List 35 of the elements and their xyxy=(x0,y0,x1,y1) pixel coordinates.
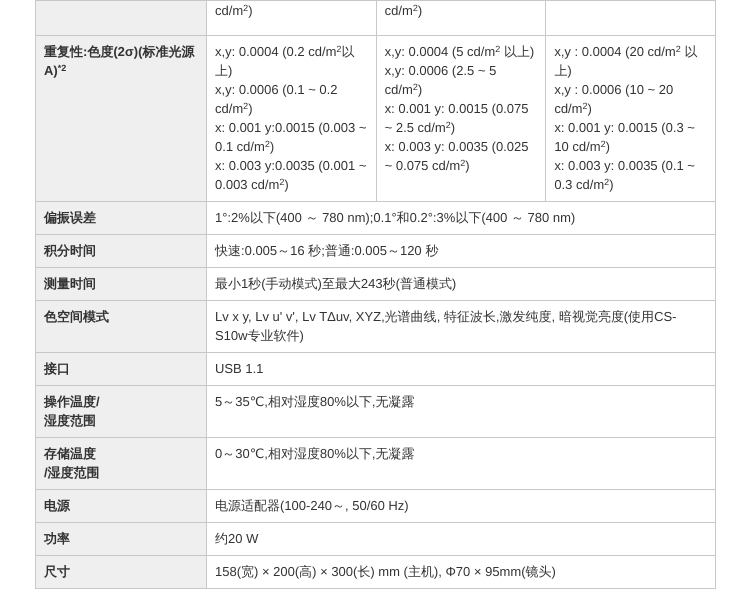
spec-label: 功率 xyxy=(36,522,206,556)
spec-label: 测量时间 xyxy=(36,268,206,300)
spec-value: 电源适配器(100-240～, 50/60 Hz) xyxy=(215,497,410,515)
spec-value: x: 0.001 y: 0.0015 (0.3 ~ 10 cd/m$^{2}$) xyxy=(554,119,696,156)
spec-value: 约20 W xyxy=(215,530,260,548)
spec-value: x: 0.003 y:0.0035 (0.001 ~ 0.003 cd/m$^{2}$) xyxy=(215,157,368,194)
spec-value: 1°:2%以下(400 ～ 780 nm);0.1°和0.2°:3%以下(400 ～ 780 nm) xyxy=(215,209,576,227)
spec-value: x,y : 0.0006 (10 ~ 20 cd/m$^{2}$) xyxy=(554,81,674,118)
spec-value: x: 0.003 y: 0.0035 (0.1 ~ 0.3 cd/m$^{2}$) xyxy=(554,157,696,194)
spec-label: 偏振误差 xyxy=(36,202,206,234)
spec-label: 接口 xyxy=(36,352,206,386)
spec-value: USB 1.1 xyxy=(215,360,264,378)
spec-value: x: 0.001 y: 0.0015 (0.075 ~ 2.5 cd/m$^{2}$) xyxy=(384,100,530,137)
spec-value: cd/m$^{2}$) xyxy=(384,2,424,20)
spec-label: 存储温度 /湿度范围 xyxy=(36,438,206,490)
spec-value: 最小1秒(手动模式)至最大243秒(普通模式) xyxy=(215,275,458,293)
spec-value: 158(宽) × 200(高) × 300(长) mm (主机), Φ70 × 95mm(镜头) xyxy=(215,563,557,581)
spec-value: x,y: 0.0006 (0.1 ~ 0.2 cd/m$^{2}$) xyxy=(215,81,338,118)
spec-value: x,y: 0.0004 (5 cd/m$^{2}$ 以上) xyxy=(384,42,536,61)
spec-value: 快速:0.005～16 秒;普通:0.005～120 秒 xyxy=(215,242,440,260)
spec-label: 操作温度/ 湿度范围 xyxy=(36,386,206,438)
spec-label: 色空间模式 xyxy=(36,300,206,352)
spec-label: 积分时间 xyxy=(36,234,206,268)
spec-value: x,y: 0.0006 (2.5 ~ 5 cd/m$^{2}$) xyxy=(384,62,498,99)
spec-value: 0～30℃,相对湿度80%以下,无凝露 xyxy=(215,445,416,463)
spec-value: x: 0.001 y:0.0015 (0.003 ~ 0.1 cd/m$^{2}$) xyxy=(215,119,368,156)
spec-value: cd/m$^{2}$) xyxy=(215,2,254,20)
spec-value: x,y : 0.0004 (20 cd/m$^{2}$ 以上) xyxy=(554,42,698,80)
spec-value: x: 0.003 y: 0.0035 (0.025 ~ 0.075 cd/m$^{2}$) xyxy=(384,138,530,175)
spec-label: 重复性:色度(2σ)(标准光源A)$^{*2}$ xyxy=(36,36,206,202)
spec-label: 电源 xyxy=(36,490,206,522)
spec-value: x,y: 0.0004 (0.2 cd/m$^{2}$以上) xyxy=(215,42,356,80)
spec-label: 尺寸 xyxy=(36,556,206,588)
spec-value: Lv x y, Lv u' v', Lv TΔuv, XYZ,光谱曲线, 特征波长,激发纯度, 暗视觉亮度(使用CS-S10w专业软件) xyxy=(215,308,678,345)
spec-value: 5～35℃,相对湿度80%以下,无凝露 xyxy=(215,393,416,411)
